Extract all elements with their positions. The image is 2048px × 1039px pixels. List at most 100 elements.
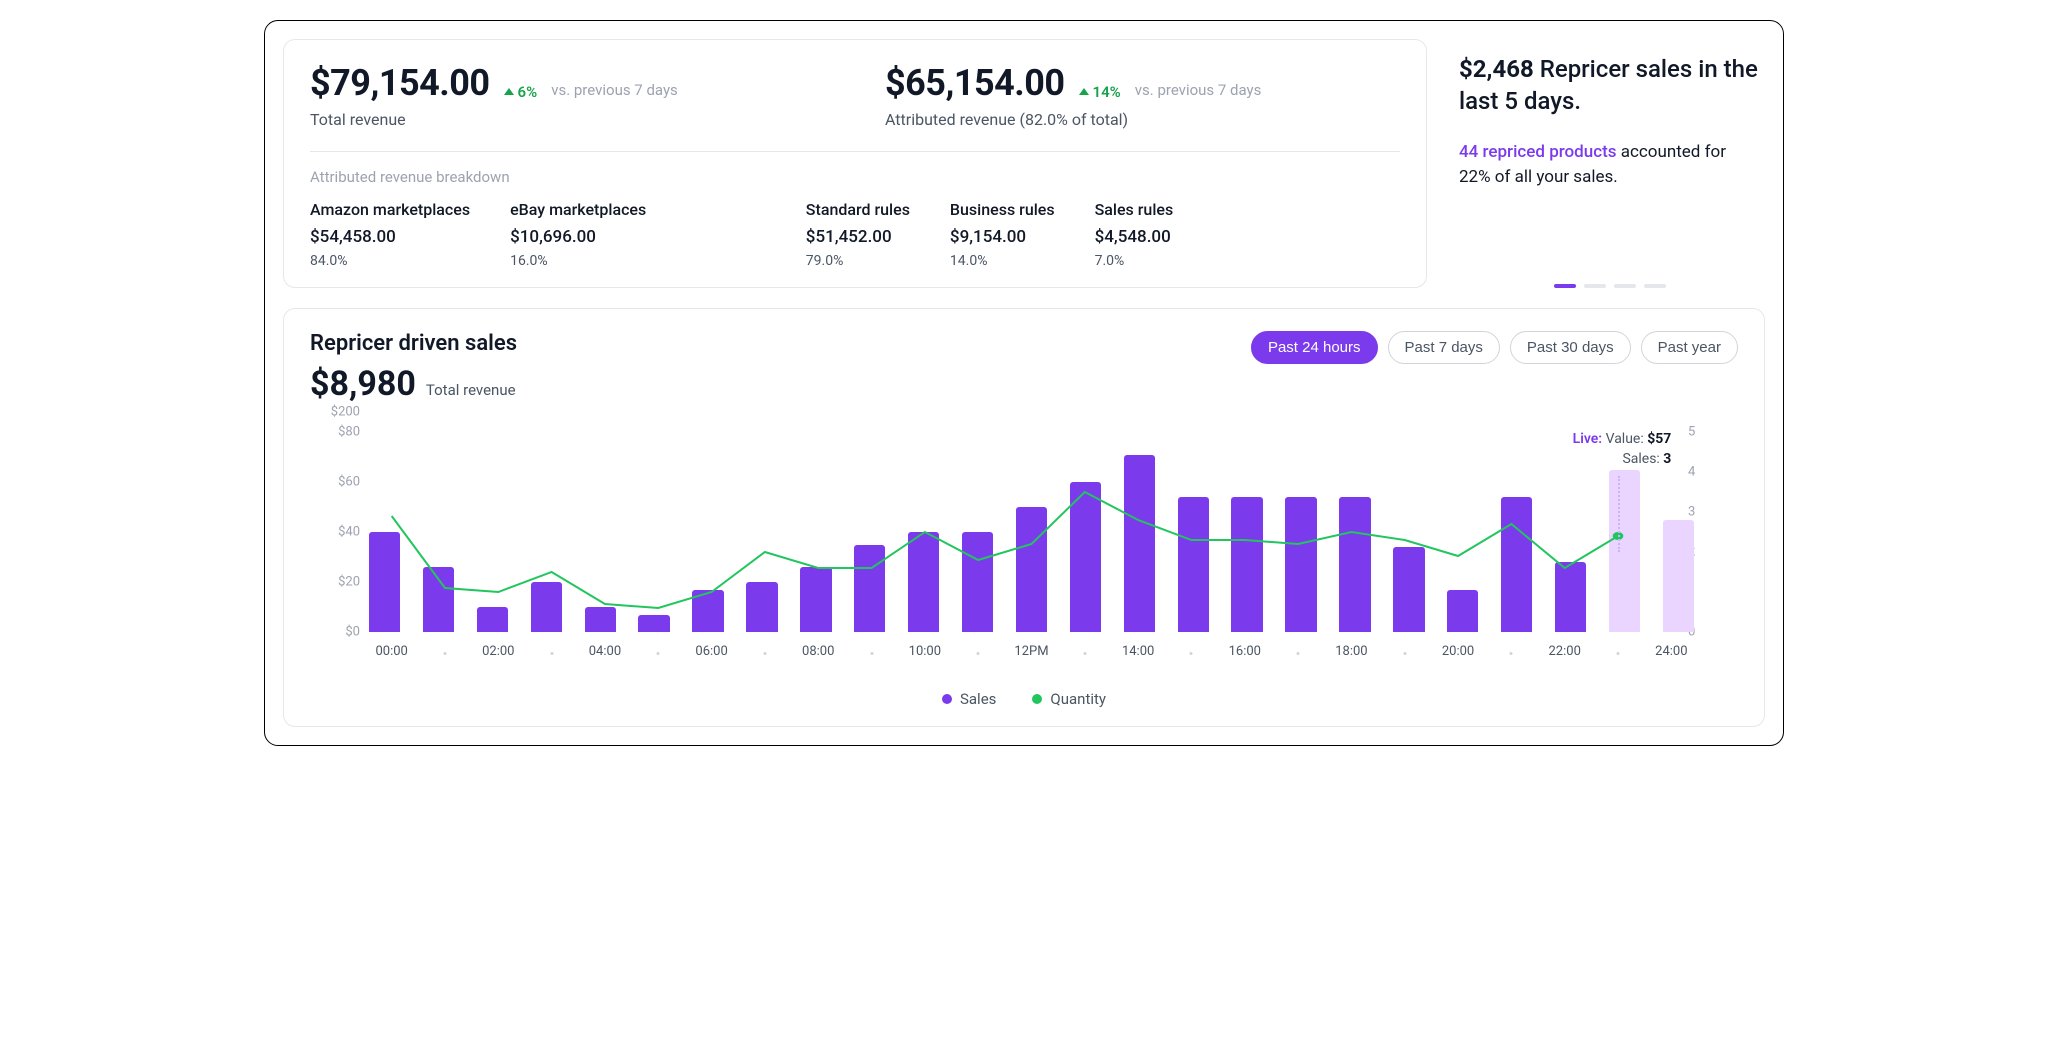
chart-legend: Sales Quantity bbox=[310, 690, 1738, 708]
x-minor-tick bbox=[1403, 652, 1406, 655]
repriced-products-link[interactable]: 44 repriced products bbox=[1459, 142, 1617, 162]
insight-headline-value: $2,468 bbox=[1459, 55, 1534, 83]
x-axis: 00:00 02:00 04:00 06:00 08:00 10:00 12PM 14:00 1… bbox=[365, 644, 1698, 664]
insight-headline: $2,468 Repricer sales in the last 5 days… bbox=[1459, 53, 1761, 118]
x-tick: 16:00 bbox=[1229, 644, 1261, 659]
x-tick: 00:00 bbox=[375, 644, 407, 659]
breakdown-col: eBay marketplaces $10,696.00 16.0% bbox=[510, 200, 646, 269]
breakdown-label: Sales rules bbox=[1095, 200, 1174, 219]
carousel-dot[interactable] bbox=[1644, 284, 1666, 288]
range-pills: Past 24 hours Past 7 days Past 30 days Past… bbox=[1251, 331, 1738, 364]
up-triangle-icon bbox=[504, 88, 514, 95]
x-tick: 14:00 bbox=[1122, 644, 1154, 659]
divider bbox=[310, 151, 1400, 152]
chart-area: $0$20$40$60$80$200 012345 Live: Value: $… bbox=[310, 432, 1738, 682]
breakdown-rules: Standard rules $51,452.00 79.0% Business … bbox=[786, 200, 1400, 269]
total-revenue-value: $79,154.00 bbox=[310, 62, 490, 104]
breakdown-value: $10,696.00 bbox=[510, 227, 646, 247]
range-pill[interactable]: Past 30 days bbox=[1510, 331, 1631, 364]
breakdown-value: $51,452.00 bbox=[806, 227, 910, 247]
breakdown-pct: 79.0% bbox=[806, 253, 910, 269]
breakdown-value: $4,548.00 bbox=[1095, 227, 1174, 247]
live-marker bbox=[1618, 476, 1620, 552]
y-left-tick: $20 bbox=[338, 575, 360, 590]
legend-swatch-icon bbox=[942, 694, 952, 704]
x-tick: 12PM bbox=[1014, 644, 1048, 659]
breakdown-pct: 84.0% bbox=[310, 253, 470, 269]
x-minor-tick bbox=[1617, 652, 1620, 655]
chart-revenue: $8,980 bbox=[310, 364, 416, 404]
attributed-revenue-delta: 14% bbox=[1079, 83, 1121, 101]
chart-header: Repricer driven sales $8,980 Total reven… bbox=[310, 331, 1738, 404]
attributed-revenue-value: $65,154.00 bbox=[885, 62, 1065, 104]
breakdown-pct: 16.0% bbox=[510, 253, 646, 269]
x-tick: 04:00 bbox=[589, 644, 621, 659]
x-tick: 02:00 bbox=[482, 644, 514, 659]
y-left-tick: $200 bbox=[331, 405, 360, 420]
x-minor-tick bbox=[763, 652, 766, 655]
x-tick: 24:00 bbox=[1655, 644, 1687, 659]
breakdown-marketplaces: Amazon marketplaces $54,458.00 84.0% eBay… bbox=[310, 200, 768, 269]
x-minor-tick bbox=[977, 652, 980, 655]
breakdown-col: Business rules $9,154.00 14.0% bbox=[950, 200, 1055, 269]
breakdown-grid: Amazon marketplaces $54,458.00 84.0% eBay… bbox=[310, 200, 1400, 269]
y-left-tick: $0 bbox=[345, 625, 360, 640]
carousel-dot[interactable] bbox=[1584, 284, 1606, 288]
x-minor-tick bbox=[657, 652, 660, 655]
up-triangle-icon bbox=[1079, 88, 1089, 95]
range-pill[interactable]: Past 24 hours bbox=[1251, 331, 1378, 364]
revenue-header: $79,154.00 6% vs. previous 7 days Total … bbox=[310, 62, 1400, 147]
dashboard-page: $79,154.00 6% vs. previous 7 days Total … bbox=[264, 20, 1784, 746]
plot-area: Live: Value: $57 Sales: 3 bbox=[365, 432, 1698, 632]
range-pill[interactable]: Past year bbox=[1641, 331, 1738, 364]
breakdown-label: Amazon marketplaces bbox=[310, 200, 470, 219]
total-revenue-label: Total revenue bbox=[310, 110, 825, 129]
breakdown-pct: 7.0% bbox=[1095, 253, 1174, 269]
x-tick: 20:00 bbox=[1442, 644, 1474, 659]
total-revenue-delta: 6% bbox=[504, 83, 538, 101]
x-tick: 08:00 bbox=[802, 644, 834, 659]
sales-chart-card: Repricer driven sales $8,980 Total reven… bbox=[283, 308, 1765, 727]
breakdown-value: $54,458.00 bbox=[310, 227, 470, 247]
breakdown-col: Amazon marketplaces $54,458.00 84.0% bbox=[310, 200, 470, 269]
total-revenue-compare: vs. previous 7 days bbox=[551, 81, 678, 99]
x-minor-tick bbox=[1190, 652, 1193, 655]
breakdown-value: $9,154.00 bbox=[950, 227, 1055, 247]
x-minor-tick bbox=[1083, 652, 1086, 655]
breakdown-label: eBay marketplaces bbox=[510, 200, 646, 219]
breakdown-label: Standard rules bbox=[806, 200, 910, 219]
legend-sales: Sales bbox=[942, 690, 996, 708]
attributed-revenue-block: $65,154.00 14% vs. previous 7 days Attri… bbox=[885, 62, 1400, 129]
x-tick: 18:00 bbox=[1335, 644, 1367, 659]
breakdown-label: Business rules bbox=[950, 200, 1055, 219]
range-pill[interactable]: Past 7 days bbox=[1388, 331, 1500, 364]
y-left-tick: $80 bbox=[338, 425, 360, 440]
breakdown-pct: 14.0% bbox=[950, 253, 1055, 269]
legend-swatch-icon bbox=[1032, 694, 1042, 704]
x-minor-tick bbox=[1510, 652, 1513, 655]
top-row: $79,154.00 6% vs. previous 7 days Total … bbox=[283, 39, 1765, 288]
breakdown-col: Standard rules $51,452.00 79.0% bbox=[806, 200, 910, 269]
breakdown-title: Attributed revenue breakdown bbox=[310, 168, 1400, 186]
y-left-tick: $40 bbox=[338, 525, 360, 540]
y-left-tick: $60 bbox=[338, 475, 360, 490]
carousel-dot[interactable] bbox=[1614, 284, 1636, 288]
x-minor-tick bbox=[443, 652, 446, 655]
y-axis-left: $0$20$40$60$80$200 bbox=[310, 432, 360, 632]
live-tooltip: Live: Value: $57 Sales: 3 bbox=[1573, 430, 1672, 469]
x-minor-tick bbox=[550, 652, 553, 655]
x-tick: 22:00 bbox=[1549, 644, 1581, 659]
quantity-line bbox=[365, 432, 1698, 632]
x-tick: 06:00 bbox=[695, 644, 727, 659]
insight-body: 44 repriced products accounted for 22% o… bbox=[1459, 140, 1761, 191]
chart-title-block: Repricer driven sales $8,980 Total reven… bbox=[310, 331, 517, 404]
x-minor-tick bbox=[870, 652, 873, 655]
attributed-revenue-compare: vs. previous 7 days bbox=[1135, 81, 1262, 99]
x-minor-tick bbox=[1297, 652, 1300, 655]
carousel-dots bbox=[1459, 254, 1761, 288]
carousel-dot[interactable] bbox=[1554, 284, 1576, 288]
x-tick: 10:00 bbox=[909, 644, 941, 659]
attributed-revenue-label: Attributed revenue (82.0% of total) bbox=[885, 110, 1400, 129]
insight-panel: $2,468 Repricer sales in the last 5 days… bbox=[1455, 39, 1765, 288]
total-revenue-block: $79,154.00 6% vs. previous 7 days Total … bbox=[310, 62, 825, 129]
